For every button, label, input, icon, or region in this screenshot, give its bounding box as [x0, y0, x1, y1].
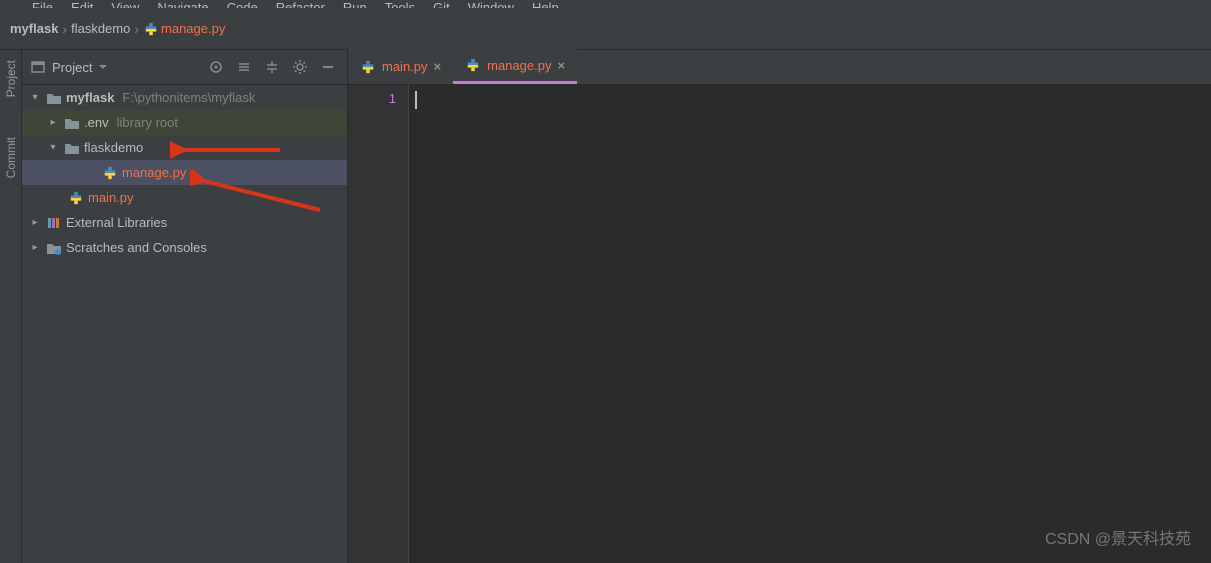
python-file-icon — [143, 22, 159, 36]
menu-bar[interactable]: File Edit View Navigate Code Refactor Ru… — [0, 0, 1211, 8]
python-file-icon — [465, 58, 481, 72]
sidebar-header: Project — [22, 50, 347, 85]
menu-tools[interactable]: Tools — [385, 0, 415, 8]
chevron-right-icon: ▸ — [28, 217, 42, 228]
project-sidebar: Project ▾ myflask F:\pythonitems\myflask… — [22, 50, 348, 563]
project-tree: ▾ myflask F:\pythonitems\myflask ▸ .env … — [22, 85, 347, 563]
collapse-all-button[interactable] — [261, 56, 283, 78]
chevron-right-icon: › — [62, 21, 67, 37]
tree-folder-label: flaskdemo — [84, 140, 143, 155]
folder-icon — [64, 116, 80, 130]
chevron-right-icon: › — [134, 21, 139, 37]
tree-env-tag: library root — [117, 115, 178, 130]
tree-file-main[interactable]: main.py — [22, 185, 347, 210]
left-tool-rail: Project Commit — [0, 50, 22, 563]
editor-tabs: main.py × manage.py × — [348, 50, 1211, 85]
tree-env-label: .env — [84, 115, 109, 130]
sidebar-title: Project — [52, 60, 92, 75]
menu-help[interactable]: Help — [532, 0, 559, 8]
tree-env[interactable]: ▸ .env library root — [22, 110, 347, 135]
tree-folder-flaskdemo[interactable]: ▾ flaskdemo — [22, 135, 347, 160]
code-editor[interactable] — [408, 85, 1211, 563]
hide-button[interactable] — [317, 56, 339, 78]
chevron-down-icon: ▾ — [28, 92, 42, 103]
folder-icon — [64, 141, 80, 155]
menu-run[interactable]: Run — [343, 0, 367, 8]
text-caret — [415, 91, 417, 109]
tree-ext-libs-label: External Libraries — [66, 215, 167, 230]
breadcrumb: myflask › flaskdemo › manage.py — [0, 8, 1211, 50]
menu-window[interactable]: Window — [468, 0, 514, 8]
watermark: CSDN @景天科技苑 — [1045, 525, 1191, 549]
tree-file-manage[interactable]: manage.py — [22, 160, 347, 185]
folder-icon — [46, 91, 62, 105]
rail-project-button[interactable]: Project — [4, 60, 18, 97]
breadcrumb-folder[interactable]: flaskdemo — [71, 21, 130, 36]
menu-git[interactable]: Git — [433, 0, 450, 8]
select-opened-file-button[interactable] — [205, 56, 227, 78]
tab-main-py[interactable]: main.py × — [348, 49, 453, 84]
tab-label: manage.py — [487, 58, 551, 73]
tree-external-libraries[interactable]: ▸ External Libraries — [22, 210, 347, 235]
tab-manage-py[interactable]: manage.py × — [453, 49, 577, 84]
breadcrumb-root[interactable]: myflask — [10, 21, 58, 36]
python-file-icon — [68, 191, 84, 205]
project-icon — [30, 59, 46, 75]
tree-root-path: F:\pythonitems\myflask — [122, 90, 255, 105]
chevron-down-icon: ▾ — [46, 142, 60, 153]
menu-edit[interactable]: Edit — [71, 0, 93, 8]
expand-all-button[interactable] — [233, 56, 255, 78]
tree-scratches[interactable]: ▸ Scratches and Consoles — [22, 235, 347, 260]
python-file-icon — [360, 60, 376, 74]
close-icon[interactable]: × — [434, 59, 442, 74]
chevron-right-icon: ▸ — [28, 242, 42, 253]
rail-commit-button[interactable]: Commit — [4, 137, 18, 178]
settings-icon[interactable] — [289, 56, 311, 78]
menu-code[interactable]: Code — [227, 0, 258, 8]
dropdown-icon[interactable] — [98, 62, 108, 72]
scratches-icon — [46, 241, 62, 255]
menu-navigate[interactable]: Navigate — [157, 0, 208, 8]
breadcrumb-file[interactable]: manage.py — [143, 21, 225, 36]
tree-scratches-label: Scratches and Consoles — [66, 240, 207, 255]
menu-file[interactable]: File — [32, 0, 53, 8]
tree-file-manage-label: manage.py — [122, 165, 186, 180]
tree-root-label: myflask — [66, 90, 114, 105]
line-gutter: 1 — [348, 85, 408, 563]
menu-view[interactable]: View — [111, 0, 139, 8]
tree-file-main-label: main.py — [88, 190, 134, 205]
library-icon — [46, 216, 62, 230]
chevron-right-icon: ▸ — [46, 117, 60, 128]
python-file-icon — [102, 166, 118, 180]
close-icon[interactable]: × — [557, 58, 565, 73]
editor-body: 1 — [348, 85, 1211, 563]
line-number: 1 — [348, 91, 396, 106]
editor-area: main.py × manage.py × 1 — [348, 50, 1211, 563]
menu-refactor[interactable]: Refactor — [276, 0, 325, 8]
tab-label: main.py — [382, 59, 428, 74]
tree-root[interactable]: ▾ myflask F:\pythonitems\myflask — [22, 85, 347, 110]
